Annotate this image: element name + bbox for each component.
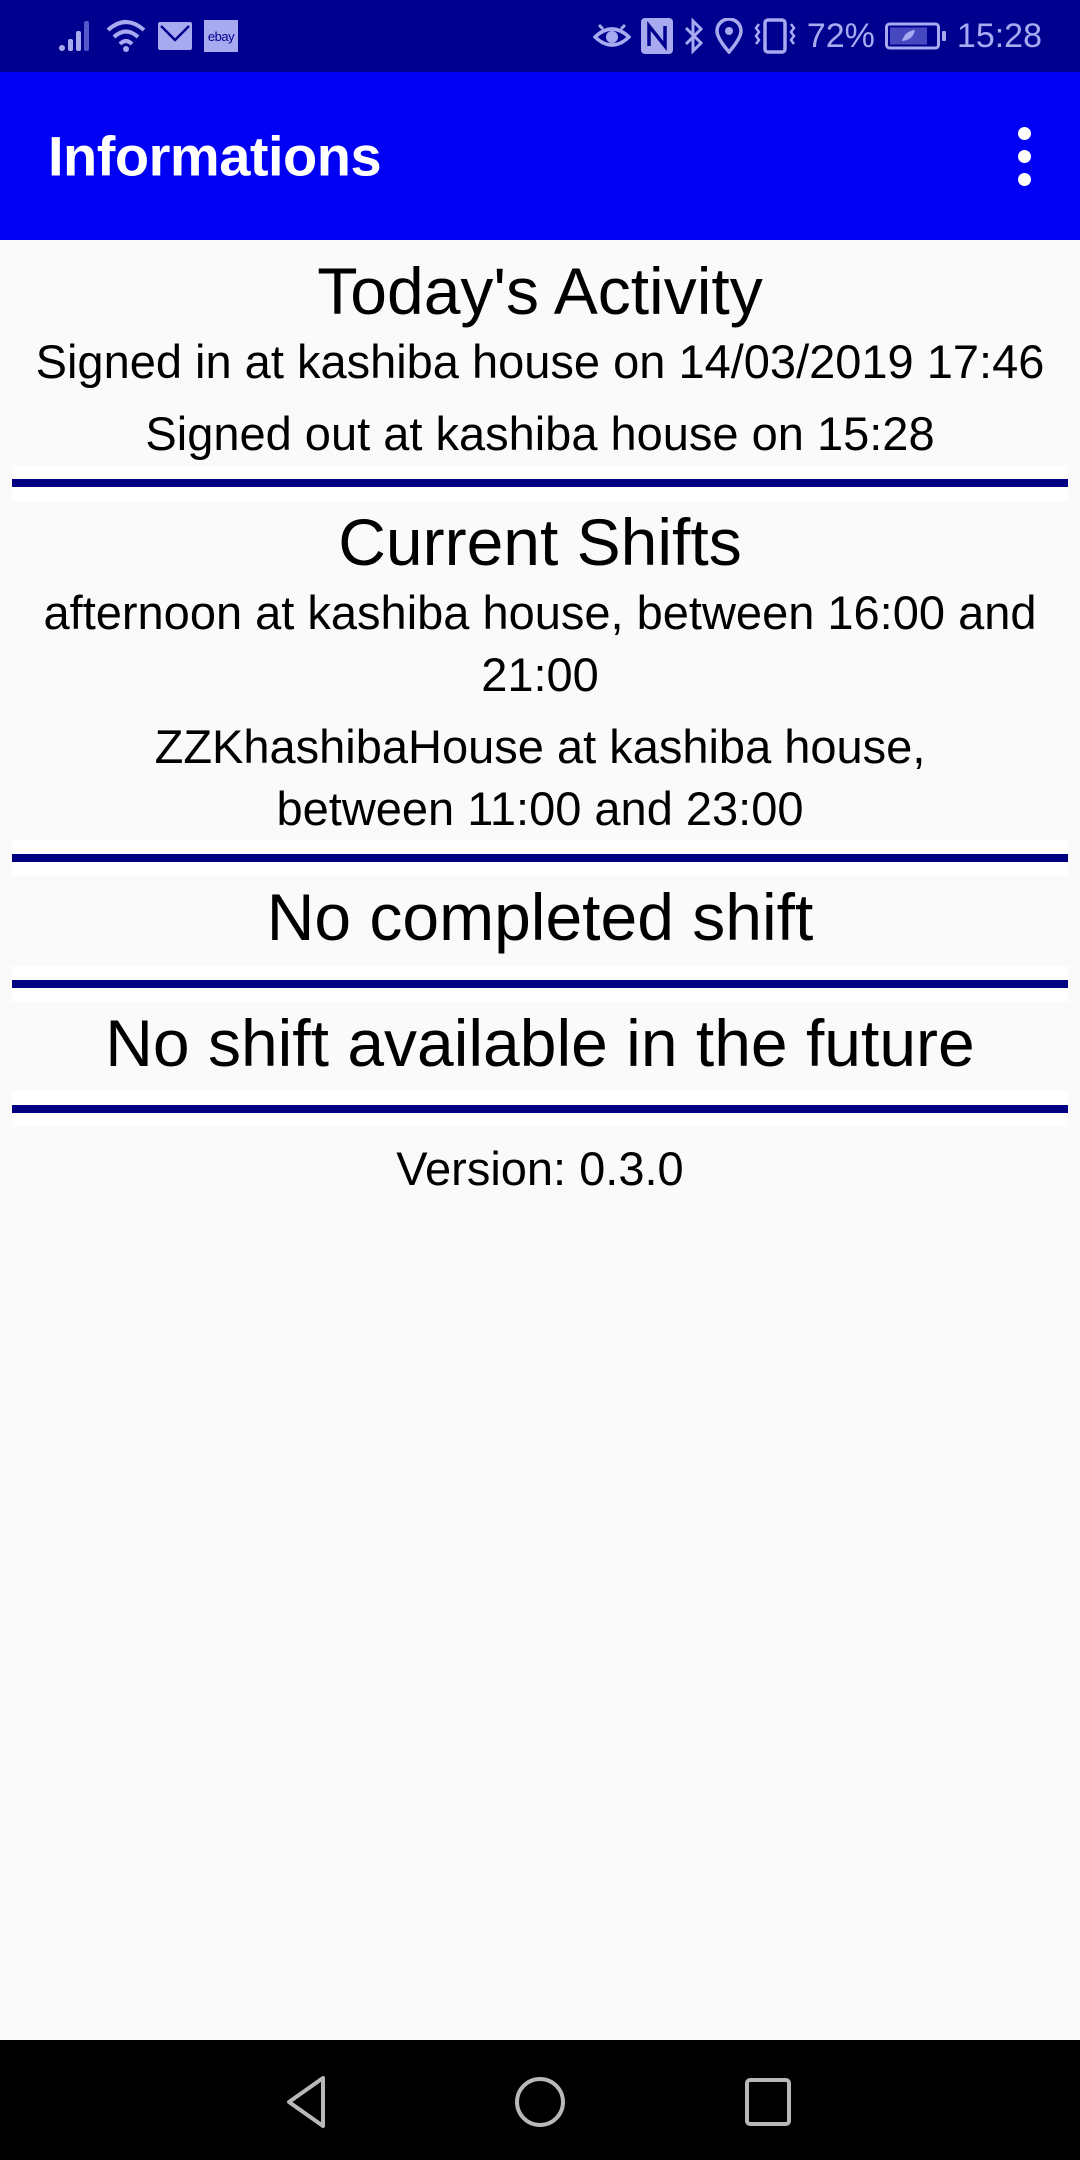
divider <box>12 465 1068 502</box>
battery-percent: 72% <box>806 16 875 55</box>
version-label: Version: 0.3.0 <box>396 1141 684 1195</box>
shift-entry: afternoon at kashiba house, between 16:0… <box>43 586 1037 702</box>
nfc-icon <box>640 18 673 54</box>
home-button[interactable] <box>508 2070 572 2134</box>
page-title: Informations <box>48 124 382 188</box>
home-icon <box>515 2077 565 2127</box>
divider <box>12 965 1068 1002</box>
status-bar: ebay 72% 15:28 <box>0 0 1080 72</box>
section-title: Today's Activity <box>317 254 763 328</box>
section-title: No completed shift <box>266 880 814 955</box>
signal-icon <box>59 21 89 51</box>
section-title: Current Shifts <box>338 505 742 580</box>
divider-line <box>12 1104 1068 1113</box>
back-icon <box>287 2076 325 2128</box>
sign-out-entry: Signed out at kashiba house on 15:28 <box>145 407 935 461</box>
clock: 15:28 <box>956 16 1042 55</box>
bluetooth-icon <box>684 18 703 54</box>
divider <box>12 1090 1068 1127</box>
content: Today's Activity Signed in at kashiba ho… <box>0 240 1080 1196</box>
status-right-icons: 72% 15:28 <box>592 14 1042 58</box>
divider-line <box>12 854 1068 863</box>
app-bar: Informations <box>0 72 1080 240</box>
recents-icon <box>745 2078 791 2126</box>
navigation-bar <box>0 2040 1080 2160</box>
more-vert-icon-dot <box>1017 172 1031 186</box>
more-options-button[interactable] <box>998 120 1050 192</box>
battery-icon <box>884 22 946 50</box>
back-button[interactable] <box>276 2070 340 2134</box>
wifi-icon <box>106 20 146 52</box>
current-shifts-section: Current Shifts afternoon at kashiba hous… <box>0 501 1080 840</box>
shift-entry: ZZKhashibaHouse at kashiba house, betwee… <box>154 720 926 836</box>
section-title: No shift available in the future <box>105 1005 975 1080</box>
divider-line <box>12 979 1068 988</box>
todays-activity-section: Today's Activity Signed in at kashiba ho… <box>0 240 1080 465</box>
status-left-icons: ebay <box>58 18 238 54</box>
more-vert-icon-dot <box>1017 149 1031 163</box>
divider-line <box>12 479 1068 488</box>
divider <box>12 840 1068 877</box>
mail-icon <box>158 22 192 50</box>
future-shifts-section: No shift available in the future <box>0 1002 1080 1091</box>
location-icon <box>715 18 743 54</box>
completed-shifts-section: No completed shift <box>0 876 1080 965</box>
recents-button[interactable] <box>736 2070 800 2134</box>
ebay-icon: ebay <box>204 20 238 52</box>
eye-icon <box>592 23 631 47</box>
vibrate-icon <box>754 18 796 54</box>
more-vert-icon-dot <box>1017 126 1031 140</box>
sign-in-entry: Signed in at kashiba house on 14/03/2019… <box>35 335 1045 389</box>
